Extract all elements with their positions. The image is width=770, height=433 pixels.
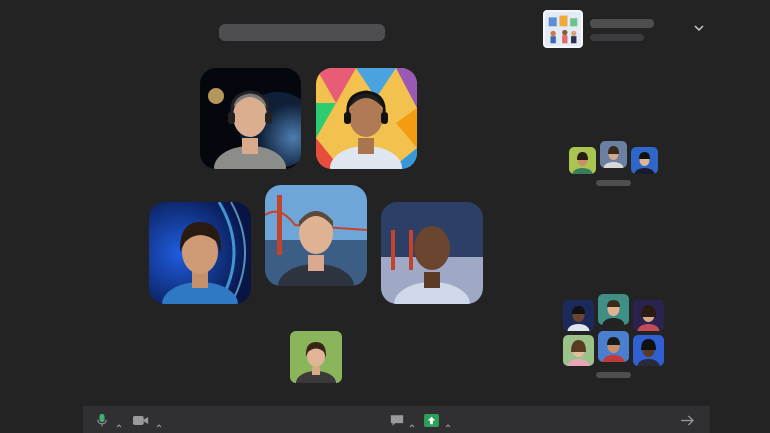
side-participant-avatar[interactable]	[569, 147, 596, 174]
room-name-placeholder	[590, 19, 654, 28]
group-label-placeholder	[596, 372, 631, 378]
participant-tile[interactable]	[265, 185, 367, 286]
participant-tile[interactable]	[149, 202, 251, 304]
room-illustration-icon	[543, 10, 583, 48]
side-participant-avatar[interactable]	[631, 147, 658, 174]
group-label-placeholder	[596, 180, 631, 186]
side-participant-avatar[interactable]	[563, 300, 594, 331]
chat-bubble-icon[interactable]	[389, 412, 405, 428]
participant-tile[interactable]	[381, 202, 483, 304]
side-participant-avatar[interactable]	[633, 335, 664, 366]
chevron-down-icon[interactable]	[691, 20, 707, 36]
participant-tile[interactable]	[290, 331, 342, 383]
room-subtitle-placeholder	[590, 34, 644, 41]
side-participant-avatar[interactable]	[600, 141, 627, 168]
video-options-chevron-icon[interactable]	[156, 416, 162, 428]
participant-tile[interactable]	[200, 68, 301, 169]
side-participant-avatar[interactable]	[598, 294, 629, 325]
room-selector[interactable]	[543, 10, 713, 50]
meeting-title-placeholder	[219, 24, 385, 41]
mic-options-chevron-icon[interactable]	[116, 416, 122, 428]
side-participant-avatar[interactable]	[598, 331, 629, 362]
side-participant-avatar[interactable]	[633, 300, 664, 331]
share-screen-icon[interactable]	[423, 412, 439, 428]
microphone-icon[interactable]	[96, 412, 108, 428]
side-participant-avatar[interactable]	[563, 335, 594, 366]
share-options-chevron-icon[interactable]	[445, 416, 451, 428]
arrow-right-icon[interactable]	[679, 412, 695, 428]
meeting-toolbar	[83, 406, 710, 433]
chat-options-chevron-icon[interactable]	[409, 416, 415, 428]
participant-tile[interactable]	[316, 68, 417, 169]
video-camera-icon[interactable]	[132, 412, 150, 428]
